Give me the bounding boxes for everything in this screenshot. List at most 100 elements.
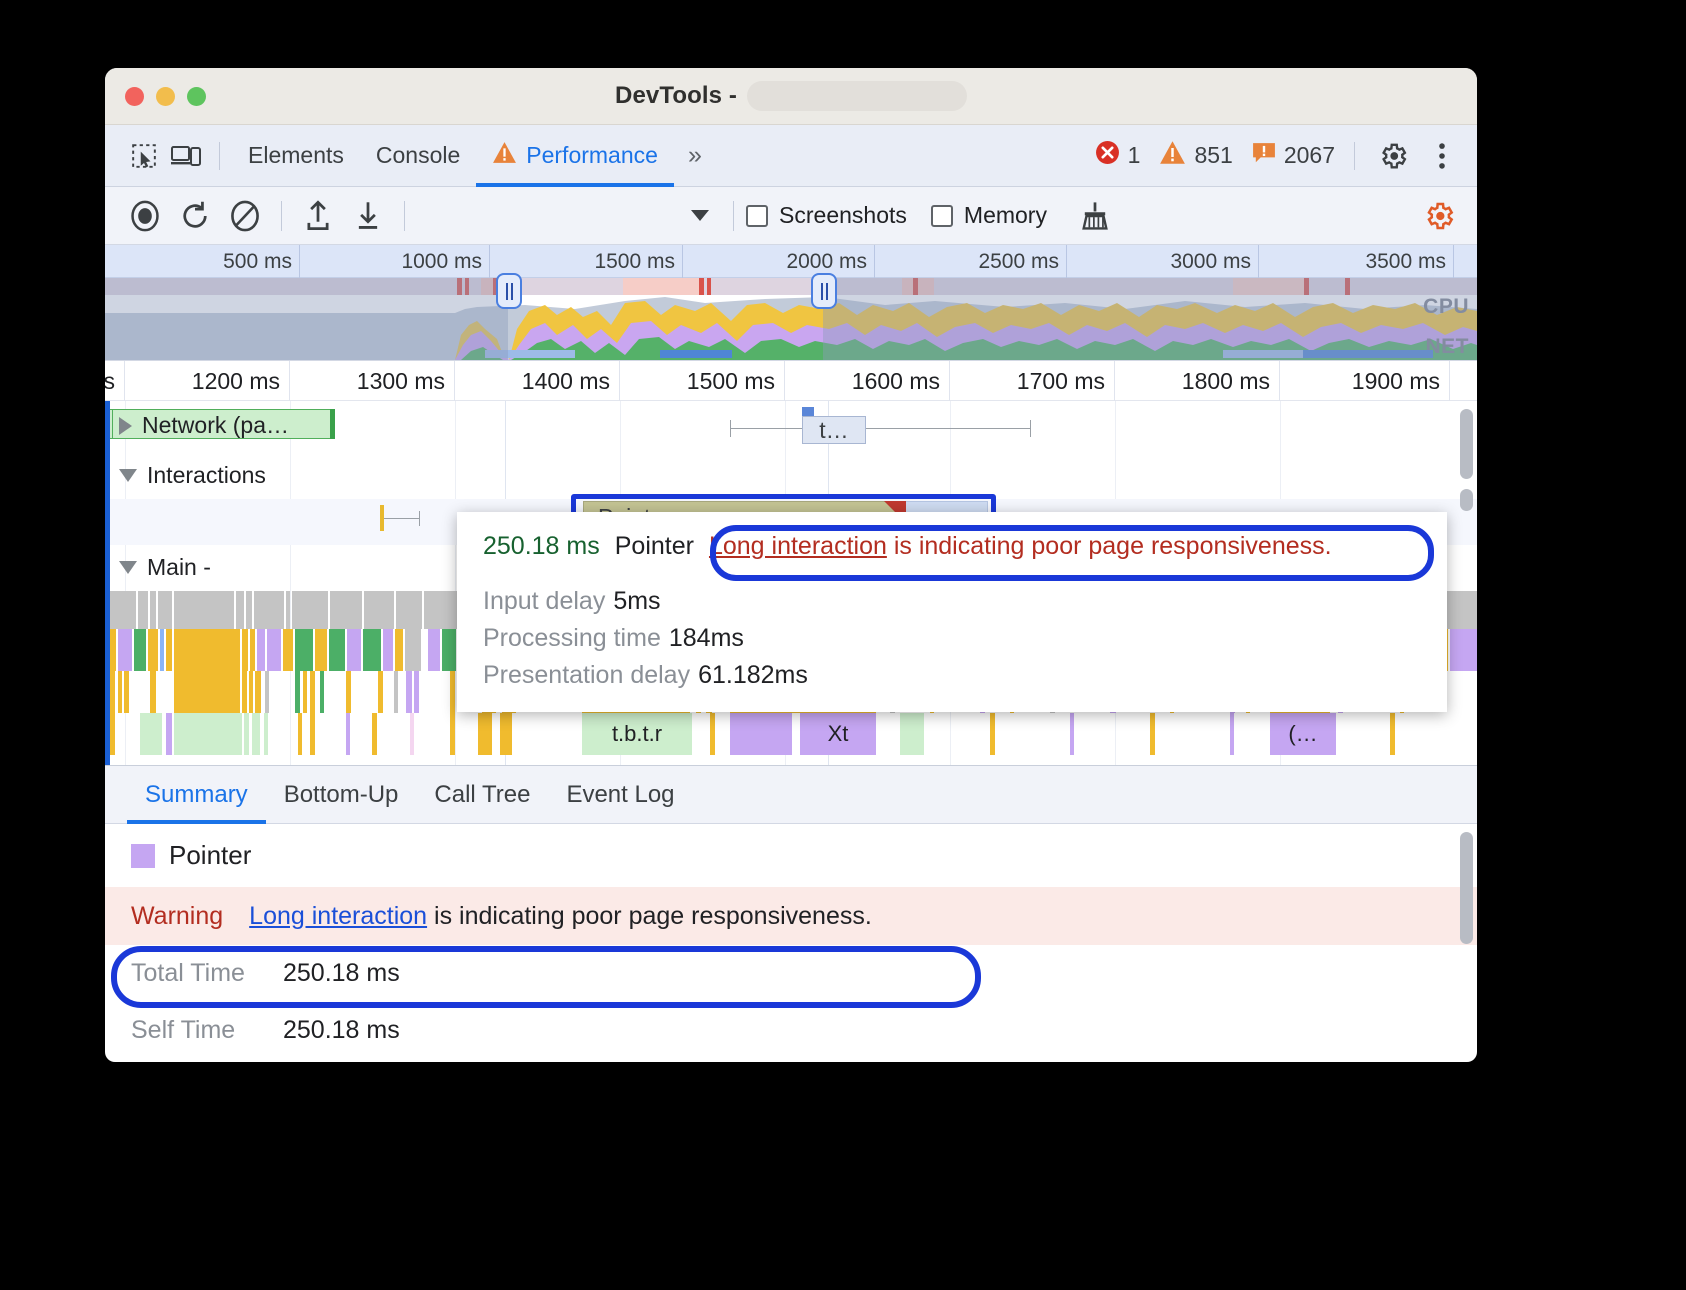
error-counter[interactable]: 1 — [1095, 140, 1141, 171]
summary-warning-link[interactable]: Long interaction — [249, 902, 427, 930]
info-icon — [1252, 141, 1276, 171]
kebab-menu-icon[interactable] — [1421, 135, 1463, 177]
interaction-whisker-cap — [419, 511, 420, 526]
error-icon — [1095, 140, 1120, 171]
track-main-title[interactable]: Main - — [119, 554, 211, 581]
track-interactions[interactable]: Interactions — [105, 453, 1477, 499]
save-profile-button[interactable] — [344, 192, 392, 240]
warning-count: 851 — [1194, 142, 1232, 169]
issue-counters: 1 851 — [1095, 135, 1477, 177]
tooltip-metric-value: 61.182ms — [698, 661, 808, 689]
info-count: 2067 — [1284, 142, 1335, 169]
inspect-element-icon[interactable] — [123, 135, 165, 177]
warning-counter[interactable]: 851 — [1159, 140, 1232, 171]
timeline-flamechart[interactable]: ms 1200 ms 1300 ms 1400 ms 1500 ms 1600 … — [105, 360, 1477, 765]
flame-row[interactable]: t.b.t.r Xt (… — [110, 713, 1477, 755]
interaction-whisker — [384, 518, 420, 519]
overview-tick: 2000 ms — [683, 245, 875, 278]
performance-toolbar: Screenshots Memory — [105, 187, 1477, 245]
summary-warning-row: Warning Long interaction is indicating p… — [105, 887, 1477, 945]
tab-bottom-up-label: Bottom-Up — [284, 781, 399, 809]
timeline-vertical-scrollbar[interactable] — [1460, 409, 1473, 479]
summary-self-time-row: Self Time 250.18 ms — [105, 1002, 1477, 1059]
tooltip-metric-value: 184ms — [669, 624, 744, 652]
summary-warning-rest: is indicating poor page responsiveness. — [427, 902, 872, 930]
info-counter[interactable]: 2067 — [1252, 141, 1335, 171]
overview-tick: 2500 ms — [875, 245, 1067, 278]
timeline-tick: 1800 ms — [1115, 361, 1280, 401]
tooltip-metric-row: Presentation delay 61.182ms — [483, 661, 1421, 690]
record-button[interactable] — [121, 192, 169, 240]
devtools-tab-performance-label: Performance — [526, 142, 658, 169]
tab-event-log[interactable]: Event Log — [548, 766, 692, 824]
tooltip-metric-row: Processing time 184ms — [483, 624, 1421, 653]
warning-triangle-icon — [492, 141, 517, 170]
window-title-redacted-area — [747, 81, 967, 111]
toolbar-divider — [404, 201, 405, 231]
profile-selector[interactable] — [417, 196, 721, 236]
window-title: DevTools - — [615, 82, 737, 110]
screenshots-checkbox-box — [746, 205, 768, 227]
screenshots-checkbox[interactable]: Screenshots — [746, 202, 907, 229]
devtools-tab-performance[interactable]: Performance — [476, 125, 674, 187]
device-toolbar-icon[interactable] — [165, 135, 207, 177]
maximize-window-button[interactable] — [187, 87, 206, 106]
gear-icon[interactable] — [1372, 135, 1414, 177]
summary-vertical-scrollbar[interactable] — [1460, 832, 1473, 944]
window-title-wrap: DevTools - — [105, 81, 1477, 111]
flame-block-label: Xt — [800, 713, 876, 755]
devtools-tab-elements[interactable]: Elements — [232, 125, 360, 187]
load-profile-button[interactable] — [294, 192, 342, 240]
tooltip-metric-key: Presentation delay — [483, 661, 690, 689]
close-window-button[interactable] — [125, 87, 144, 106]
overview-network-strip — [105, 278, 1477, 295]
devtools-window: DevTools - Elements Console — [105, 68, 1477, 1062]
track-main-label: Main - — [147, 554, 211, 581]
expanded-triangle-icon[interactable] — [119, 469, 137, 482]
capture-settings-gear-icon[interactable] — [1415, 192, 1463, 240]
tooltip-metrics: Input delay5ms Processing time 184ms Pres… — [483, 587, 1421, 690]
overview-cpu-label: CPU — [1423, 295, 1469, 319]
toolbar-divider — [281, 201, 282, 231]
expanded-triangle-icon[interactable] — [119, 561, 137, 574]
memory-checkbox-label: Memory — [964, 202, 1047, 229]
clear-button[interactable] — [221, 192, 269, 240]
timeline-ruler: ms 1200 ms 1300 ms 1400 ms 1500 ms 1600 … — [105, 361, 1477, 401]
network-request-bar[interactable] — [330, 409, 335, 439]
memory-checkbox[interactable]: Memory — [931, 202, 1047, 229]
tooltip-metric-key: Processing time — [483, 624, 661, 652]
timeline-overview[interactable]: 500 ms 1000 ms 1500 ms 2000 ms 2500 ms 3… — [105, 245, 1477, 360]
overview-tick: 500 ms — [105, 245, 300, 278]
tooltip-metric-row: Input delay5ms — [483, 587, 1421, 616]
event-color-swatch — [131, 844, 155, 868]
details-tabbar: Summary Bottom-Up Call Tree Event Log — [105, 766, 1477, 824]
overview-left-handle[interactable] — [496, 273, 522, 309]
network-request-priority-marker — [802, 407, 814, 416]
tooltip-warning-rest: is indicating poor page responsiveness. — [887, 532, 1332, 560]
tab-bottom-up[interactable]: Bottom-Up — [266, 766, 417, 824]
counter-divider — [1354, 142, 1355, 170]
devtools-tab-console[interactable]: Console — [360, 125, 476, 187]
minimize-window-button[interactable] — [156, 87, 175, 106]
summary-total-time-row: Total Time 250.18 ms — [105, 945, 1477, 1002]
tooltip-warning-link[interactable]: Long interaction — [709, 532, 887, 560]
timeline-tick: 1500 ms — [620, 361, 785, 401]
collapsed-triangle-icon[interactable] — [119, 417, 132, 435]
toolbar-divider — [219, 142, 220, 170]
more-tabs-button[interactable]: » — [674, 141, 712, 170]
traffic-light-buttons — [125, 87, 206, 106]
broom-icon[interactable] — [1071, 192, 1119, 240]
tab-call-tree[interactable]: Call Tree — [416, 766, 548, 824]
network-request-whisker — [730, 428, 1030, 429]
network-whisker-cap — [730, 420, 731, 437]
reload-and-record-button[interactable] — [171, 192, 219, 240]
tab-summary[interactable]: Summary — [127, 766, 266, 824]
summary-content: Pointer Warning Long interaction is indi… — [105, 824, 1477, 1059]
track-network[interactable]: Network (pa… t… — [105, 401, 1477, 453]
timeline-scroll-thumb-secondary[interactable] — [1460, 489, 1473, 511]
track-interactions-title[interactable]: Interactions — [119, 462, 266, 489]
timeline-selection-edge — [105, 401, 110, 765]
track-network-title[interactable]: Network (pa… — [119, 412, 289, 439]
overview-right-handle[interactable] — [811, 273, 837, 309]
network-request-chip[interactable]: t… — [802, 416, 866, 444]
